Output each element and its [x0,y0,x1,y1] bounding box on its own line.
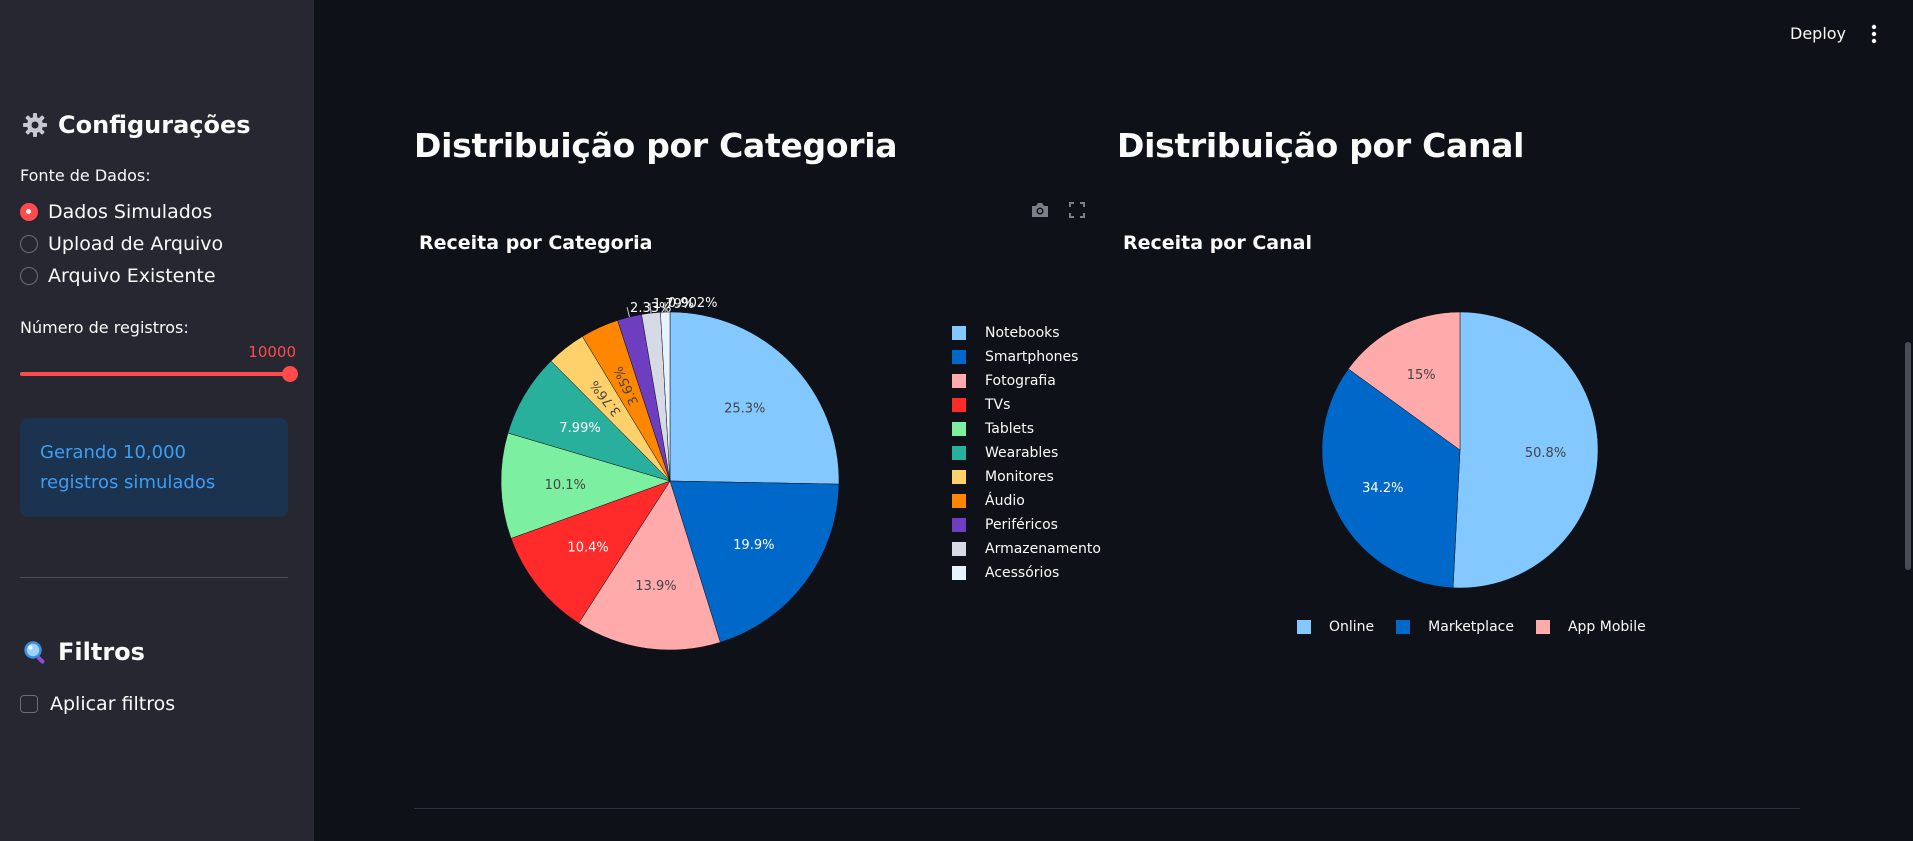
pie-data-label: 25.3% [724,402,765,417]
legend-swatch [1396,620,1411,634]
channel-pie-chart: 50.8% 34.2% 15% [1321,311,1599,589]
radio-arquivo-existente[interactable]: Arquivo Existente [20,265,216,287]
category-pie-chart: 25.3%19.9%13.9%10.4%10.1%7.99%3.76%3.65%… [500,296,840,651]
legend-label: Periféricos [985,517,1058,533]
sidebar-divider [20,577,288,578]
channel-legend: Online Marketplace App Mobile [1297,615,1646,639]
legend-item[interactable]: Wearables [952,441,1101,465]
legend-swatch [952,422,966,436]
pie-data-label: 15% [1407,368,1436,383]
legend-swatch [952,446,966,460]
filters-heading-text: Filtros [58,638,145,666]
legend-swatch [952,374,966,388]
channel-heading: Distribuição por Canal [1117,126,1525,165]
legend-label: Áudio [985,493,1025,509]
legend-label: TVs [985,397,1011,413]
pie-data-label: 34.2% [1362,481,1403,496]
legend-item[interactable]: Armazenamento [952,537,1101,561]
legend-swatch [952,470,966,484]
radio-button[interactable] [20,267,38,285]
apply-filters-label: Aplicar filtros [50,693,176,715]
category-chart-title: Receita por Categoria [419,232,653,254]
legend-item[interactable]: Marketplace [1396,615,1514,639]
legend-label: Smartphones [985,349,1079,365]
legend-item[interactable]: TVs [952,393,1101,417]
camera-icon[interactable] [1029,199,1051,221]
legend-item[interactable]: App Mobile [1535,615,1646,639]
scrollbar[interactable] [1905,342,1911,570]
pie-data-label: 13.9% [635,579,676,594]
legend-swatch [952,542,966,556]
data-source-label: Fonte de Dados: [20,166,151,185]
pie-data-label: 10.1% [545,478,586,493]
legend-label: Marketplace [1428,619,1514,635]
apply-filters-checkbox-row[interactable]: Aplicar filtros [20,693,175,715]
pie-data-label: 0.902% [668,296,718,311]
info-message: Gerando 10,000 registros simulados [20,418,288,517]
category-heading: Distribuição por Categoria [414,126,898,165]
legend-label: Wearables [985,445,1059,461]
config-heading-text: Configurações [58,111,251,139]
gear-icon [22,112,48,138]
category-legend: Notebooks Smartphones Fotografia TVs Tablets… [952,321,1101,585]
records-slider-value: 10000 [248,343,296,361]
radio-button[interactable] [20,235,38,253]
legend-item[interactable]: Fotografia [952,369,1101,393]
legend-item[interactable]: Periféricos [952,513,1101,537]
records-slider-track[interactable] [20,372,290,376]
pie-slice-notebooks[interactable] [669,311,840,485]
legend-swatch [952,566,966,580]
legend-label: App Mobile [1567,619,1646,635]
sidebar: Configurações Fonte de Dados: Dados Simu… [0,0,314,841]
legend-swatch [952,494,966,508]
legend-swatch [952,350,966,364]
legend-label: Notebooks [985,325,1060,341]
radio-upload-arquivo[interactable]: Upload de Arquivo [20,233,223,255]
legend-item[interactable]: Áudio [952,489,1101,513]
legend-swatch [952,398,966,412]
legend-item[interactable]: Notebooks [952,321,1101,345]
radio-label: Dados Simulados [48,201,213,223]
radio-label: Upload de Arquivo [48,233,224,255]
records-label: Número de registros: [20,318,189,337]
fullscreen-icon[interactable] [1066,199,1088,221]
config-heading: Configurações [22,111,251,139]
pie-data-label: 10.4% [567,540,608,555]
radio-button[interactable] [20,203,38,221]
main-divider [414,808,1800,809]
legend-swatch [952,518,966,532]
legend-swatch [1297,620,1311,634]
magnifier-icon [22,639,48,665]
legend-swatch [1535,620,1550,634]
legend-item[interactable]: Monitores [952,465,1101,489]
pie-data-label: 50.8% [1525,446,1566,461]
radio-label: Arquivo Existente [48,265,216,287]
legend-item[interactable]: Smartphones [952,345,1101,369]
legend-label: Tablets [985,421,1034,437]
legend-item[interactable]: Tablets [952,417,1101,441]
legend-label: Monitores [985,469,1054,485]
pie-data-label: 7.99% [559,421,600,436]
radio-dados-simulados[interactable]: Dados Simulados [20,201,212,223]
legend-item[interactable]: Online [1297,615,1374,639]
apply-filters-checkbox[interactable] [20,695,38,713]
legend-label: Fotografia [985,373,1056,389]
legend-item[interactable]: Acessórios [952,561,1101,585]
records-slider-thumb[interactable] [282,366,298,382]
deploy-button[interactable]: Deploy [1790,24,1846,43]
legend-label: Online [1329,619,1375,635]
filters-heading: Filtros [22,638,145,666]
kebab-menu-icon[interactable] [1866,22,1882,46]
channel-chart-title: Receita por Canal [1123,232,1312,254]
pie-data-label: 19.9% [733,538,774,553]
legend-label: Acessórios [985,565,1060,581]
legend-label: Armazenamento [985,541,1101,557]
legend-swatch [952,326,966,340]
